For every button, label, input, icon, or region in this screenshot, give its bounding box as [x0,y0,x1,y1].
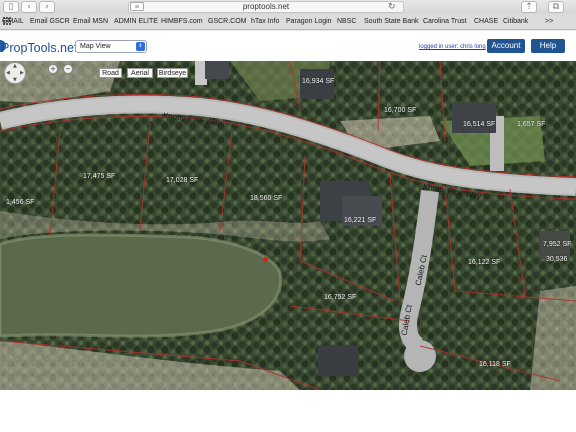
help-button[interactable]: Help [531,39,565,53]
map-type-aerial-button[interactable]: Aerial [127,68,153,78]
pan-up-icon[interactable]: ▲ [13,63,17,69]
selected-lot-marker[interactable] [263,257,268,262]
favorites-overflow-button[interactable]: >> [545,14,553,29]
favorite-link[interactable]: GMAIL [2,14,24,29]
favorite-link[interactable]: South State Bank [364,14,418,29]
lot-area-label: 16,700 SF [384,107,417,114]
favorite-link[interactable]: Carolina Trust [423,14,467,29]
favorite-link[interactable]: HIMBFS.com [161,14,203,29]
zoom-out-icon[interactable]: − [63,64,73,74]
favorite-link[interactable]: Paragon Login [286,14,332,29]
map-view-select[interactable]: Map View ⇕ [75,40,147,53]
lot-area-label: 18,560 SF [250,195,283,202]
aerial-map[interactable]: Knotty Pine Way Knotty Pine Way Caleb Ct… [0,61,576,390]
site-header: PropTools.net Map View ⇕ logged in user:… [0,31,576,61]
map-type-road-button[interactable]: Road [99,68,122,78]
aerial-imagery [0,61,576,390]
account-button[interactable]: Account [487,39,525,53]
lot-area-label: 16,122 SF [468,259,501,266]
logged-in-user-link[interactable]: logged in user: chris long [419,44,486,50]
map-type-birdseye-button[interactable]: Birdseye [157,68,188,78]
lot-area-label: 17,028 SF [166,177,199,184]
lot-area-label: 16,514 SF [463,121,496,128]
pan-left-icon[interactable]: ◀ [6,70,10,76]
url-text: proptools.net [242,2,290,11]
favorite-link[interactable]: Email MSN [73,14,108,29]
lot-area-label: 7,952 SF [543,241,572,248]
favorite-link[interactable]: NBSC [337,14,356,29]
map-view-select-value: Map View [80,43,111,50]
lot-area-label: 16,752 SF [324,294,357,301]
zoom-in-icon[interactable]: + [48,64,58,74]
sidebar-icon[interactable]: ▯ [3,1,19,13]
reload-icon[interactable]: ↻ [388,1,396,13]
favorites-bar: GMAIL Email GSCR Email MSN ADMIN ELITE H… [0,14,576,30]
browser-toolbar: ▯ ‹ › proptools.net ≡ ↻ ⇡ ⧉ [0,0,576,14]
browser-window: ▯ ‹ › proptools.net ≡ ↻ ⇡ ⧉ GMAIL Email … [0,0,576,390]
lot-area-label: 1,456 SF [6,199,35,206]
lot-area-label: 16,934 SF [302,78,335,85]
pan-down-icon[interactable]: ▼ [13,77,17,83]
reader-view-icon[interactable]: ≡ [130,2,144,11]
favorite-link[interactable]: ADMIN ELITE [114,14,158,29]
chevron-down-icon: ⇕ [136,42,145,51]
favorite-link[interactable]: CHASE [474,14,498,29]
tabs-icon[interactable]: ⧉ [548,1,564,13]
share-icon[interactable]: ⇡ [521,1,537,13]
address-bar[interactable]: proptools.net [128,1,404,13]
lot-area-label: 30,536 [546,256,568,263]
favorite-link[interactable]: GSCR.COM [208,14,247,29]
lot-area-label: 16,221 SF [344,217,377,224]
lot-area-label: 16,118 SF [479,361,511,368]
map-pan-control[interactable]: ▲ ▼ ◀ ▶ [4,62,26,84]
favorite-link[interactable]: Citibank [503,14,528,29]
lot-area-label: 1,657 SF [517,121,546,128]
pan-right-icon[interactable]: ▶ [20,70,24,76]
forward-arrow-icon[interactable]: › [39,1,55,13]
lot-area-label: 17,475 SF [83,173,116,180]
back-arrow-icon[interactable]: ‹ [21,1,37,13]
favorite-link[interactable]: hTax Info [251,14,279,29]
site-logo[interactable]: PropTools.net [1,41,77,55]
favorite-link[interactable]: Email GSCR [30,14,70,29]
